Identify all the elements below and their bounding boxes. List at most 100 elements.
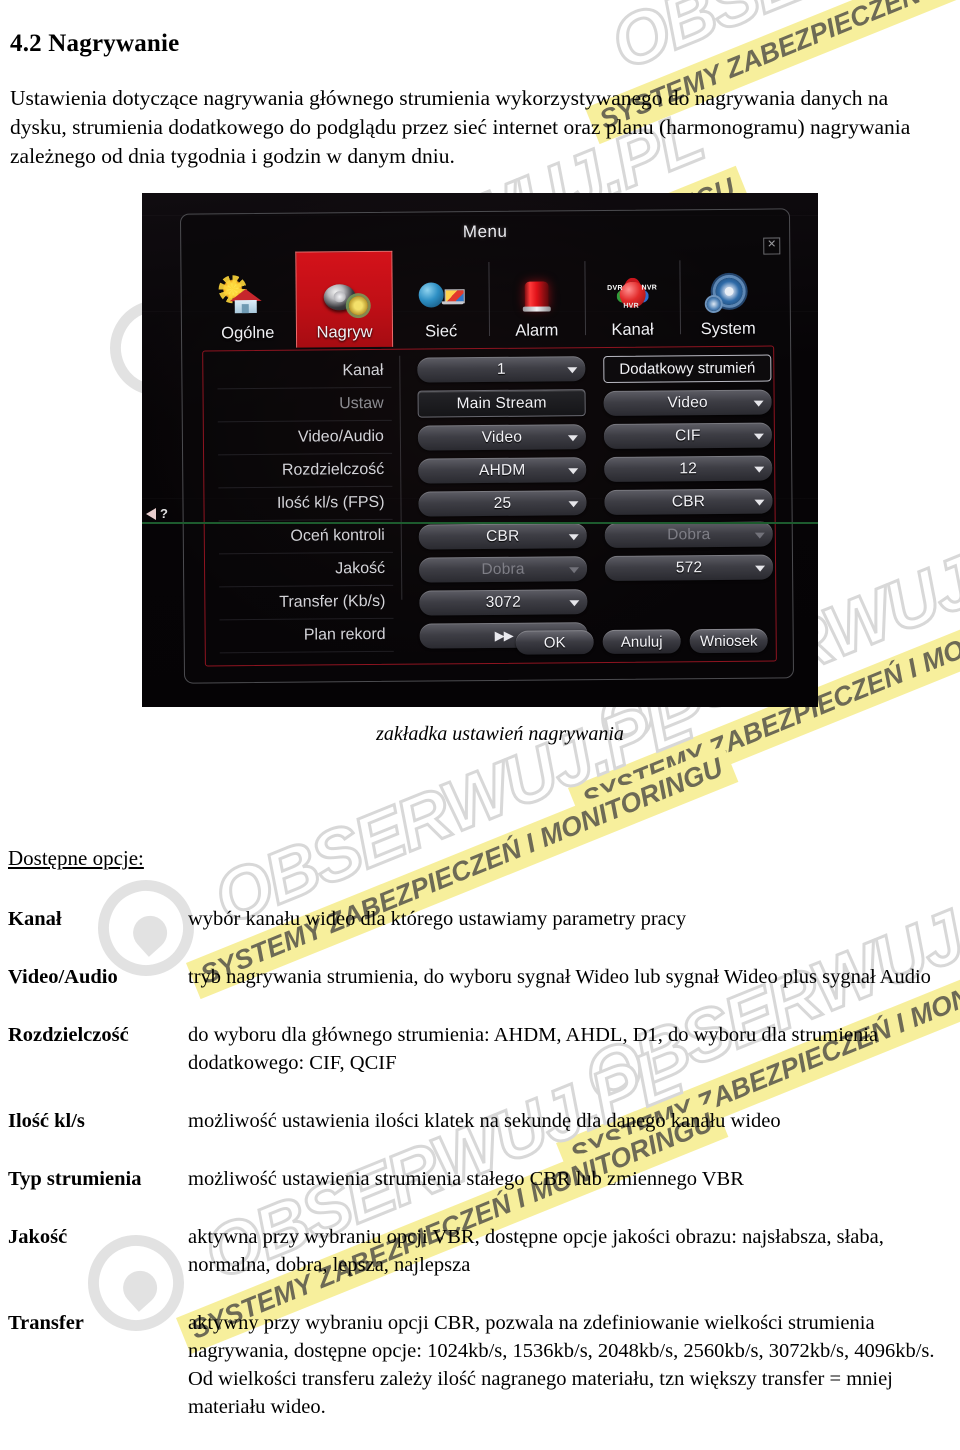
sub-bitrate-control-dropdown[interactable]: CBR (604, 488, 773, 515)
fps-dropdown[interactable]: 25 (418, 490, 587, 517)
tab-label: Alarm (515, 321, 559, 340)
document-body: 4.2 Nagrywanie Ustawienia dotyczące nagr… (0, 0, 960, 1421)
option-row: Rozdzielczość do wyboru dla głównego str… (8, 1021, 946, 1077)
dropdown-value: AHDM (478, 461, 526, 479)
sub-video-audio-dropdown[interactable]: Video (603, 389, 772, 416)
option-description: aktywna przy wybraniu opcji VBR, dostępn… (188, 1226, 884, 1276)
dropdown-value: 25 (493, 494, 512, 512)
bitrate-control-dropdown[interactable]: CBR (418, 523, 587, 550)
chevron-down-icon (755, 565, 766, 572)
mute-speaker-icon: ? (144, 506, 172, 522)
tab-label: Nagryw (316, 322, 373, 342)
tab-ogolne[interactable]: Ogólne (199, 252, 296, 349)
chevron-down-icon (568, 467, 579, 474)
sub-jakosc-dropdown[interactable]: Dobra (604, 521, 773, 548)
chevron-down-icon (754, 466, 765, 473)
jakosc-dropdown[interactable]: Dobra (418, 556, 588, 583)
option-term: Typ strumienia (8, 1168, 142, 1190)
sub-fps-dropdown[interactable]: 12 (604, 455, 773, 482)
dropdown-value: CBR (671, 492, 706, 510)
field-label-transfer: Transfer (Kb/s) (215, 589, 393, 624)
chevron-down-icon (569, 599, 580, 606)
dvr-screenshot-figure: ? Menu ✕ Ogólne Nagryw Sieć Alarm DVR NV… (142, 193, 818, 707)
dropdown-value: CBR (486, 527, 520, 545)
fast-forward-icon: ▶▶ (494, 627, 513, 643)
house-sun-icon (222, 275, 272, 321)
option-description: możliwość ustawienia ilości klatek na se… (188, 1110, 781, 1132)
dropdown-value: 572 (675, 558, 703, 576)
option-row: Jakość aktywna przy wybraniu opcji VBR, … (8, 1223, 946, 1279)
option-description: tryb nagrywania strumienia, do wyboru sy… (188, 966, 931, 988)
osd-green-line (142, 522, 818, 524)
chevron-down-icon (568, 533, 579, 540)
ok-button[interactable]: OK (515, 630, 594, 655)
sub-rozdzielczosc-dropdown[interactable]: CIF (603, 422, 773, 449)
chevron-down-icon (754, 532, 765, 539)
chevron-down-icon (754, 499, 765, 506)
apply-button[interactable]: Wniosek (689, 628, 768, 654)
option-row: Kanał wybór kanału wideo dla którego ust… (8, 905, 946, 933)
field-label-column: Kanał Ustaw Video/Audio Rozdzielczość Il… (213, 358, 394, 657)
intro-paragraph: Ustawienia dotyczące nagrywania głównego… (10, 86, 911, 168)
rozdzielczosc-dropdown[interactable]: AHDM (418, 457, 587, 484)
dvr-nvr-hvr-icon: DVR NVR HVR (607, 272, 657, 318)
main-stream-header: Main Stream (417, 389, 586, 418)
field-label-kanal: Kanał (213, 358, 391, 393)
page-title: 4.2 Nagrywanie (10, 30, 180, 57)
sub-stream-column: Dodatkowy strumień Video CIF 12 CBR Dobr… (603, 354, 774, 589)
main-stream-column: 1 Main Stream Video AHDM 25 CBR Dobra 30… (417, 356, 588, 656)
option-row: Transfer aktywny przy wybraniu opcji CBR… (8, 1309, 946, 1421)
cancel-button[interactable]: Anuluj (602, 629, 681, 654)
option-term: Ilość kl/s (8, 1110, 85, 1132)
transfer-dropdown[interactable]: 3072 (419, 589, 588, 616)
option-row: Ilość kl/s możliwość ustawienia ilości k… (8, 1107, 946, 1135)
option-description: aktywny przy wybraniu opcji CBR, pozwala… (188, 1312, 935, 1418)
field-label-plan-rekord: Plan rekord (216, 622, 394, 657)
field-label-ustaw: Ustaw (214, 391, 392, 426)
video-audio-dropdown[interactable]: Video (417, 424, 587, 451)
film-reel-gear-icon (319, 274, 369, 320)
dialog-button-row: OK Anuluj Wniosek (515, 628, 768, 655)
option-row: Video/Audio tryb nagrywania strumienia, … (8, 963, 946, 991)
dvr-tab-bar: Ogólne Nagryw Sieć Alarm DVR NVR HVR Kan… (199, 247, 776, 348)
field-label-video-audio: Video/Audio (214, 424, 392, 459)
tab-kanal[interactable]: DVR NVR HVR Kanał (584, 248, 681, 345)
dvr-menu-window: Menu ✕ Ogólne Nagryw Sieć Alarm DVR NVR … (179, 208, 795, 684)
field-label-jakosc: Jakość (215, 556, 393, 591)
dropdown-value: CIF (675, 426, 701, 444)
alarm-beacon-icon (511, 272, 561, 318)
option-description: do wyboru dla głównego strumienia: AHDM,… (188, 1024, 879, 1074)
panel-divider (399, 355, 403, 600)
sub-stream-title: Dodatkowy strumień (619, 359, 756, 378)
options-heading: Dostępne opcje: (8, 846, 144, 870)
field-label-rozdzielczosc: Rozdzielczość (214, 457, 392, 492)
tab-label: Kanał (611, 320, 654, 339)
dropdown-value: Video (481, 428, 523, 446)
options-section: Dostępne opcje: Kanał wybór kanału wideo… (0, 846, 960, 1421)
dropdown-value: Dobra (481, 560, 525, 578)
tab-siec[interactable]: Sieć (393, 250, 490, 347)
figure-caption: zakładka ustawień nagrywania (376, 723, 624, 745)
option-term: Transfer (8, 1312, 84, 1334)
field-label-ocen-kontroli: Oceń kontroli (215, 523, 393, 558)
chevron-down-icon (569, 566, 580, 573)
option-term: Jakość (8, 1226, 68, 1248)
tab-system[interactable]: System (680, 247, 777, 344)
dropdown-value: 1 (496, 360, 506, 378)
tab-nagryw[interactable]: Nagryw (294, 250, 394, 348)
option-row: Typ strumienia możliwość ustawienia stru… (8, 1165, 946, 1193)
sub-transfer-dropdown[interactable]: 572 (604, 554, 774, 581)
sub-stream-header: Dodatkowy strumień (603, 354, 772, 383)
option-description: wybór kanału wideo dla którego ustawiamy… (188, 908, 687, 930)
option-description: możliwość ustawienia strumienia stałego … (188, 1168, 744, 1190)
stream-name: Main Stream (456, 393, 547, 412)
tab-label: System (700, 319, 756, 339)
tab-alarm[interactable]: Alarm (488, 249, 585, 346)
option-term: Rozdzielczość (8, 1024, 129, 1046)
dropdown-value: 12 (679, 459, 698, 477)
chevron-down-icon (568, 500, 579, 507)
kanal-dropdown[interactable]: 1 (417, 356, 586, 383)
dropdown-value: 3072 (485, 593, 522, 611)
recording-settings-panel: Kanał Ustaw Video/Audio Rozdzielczość Il… (202, 345, 777, 667)
menu-window-title: Menu (462, 221, 508, 242)
